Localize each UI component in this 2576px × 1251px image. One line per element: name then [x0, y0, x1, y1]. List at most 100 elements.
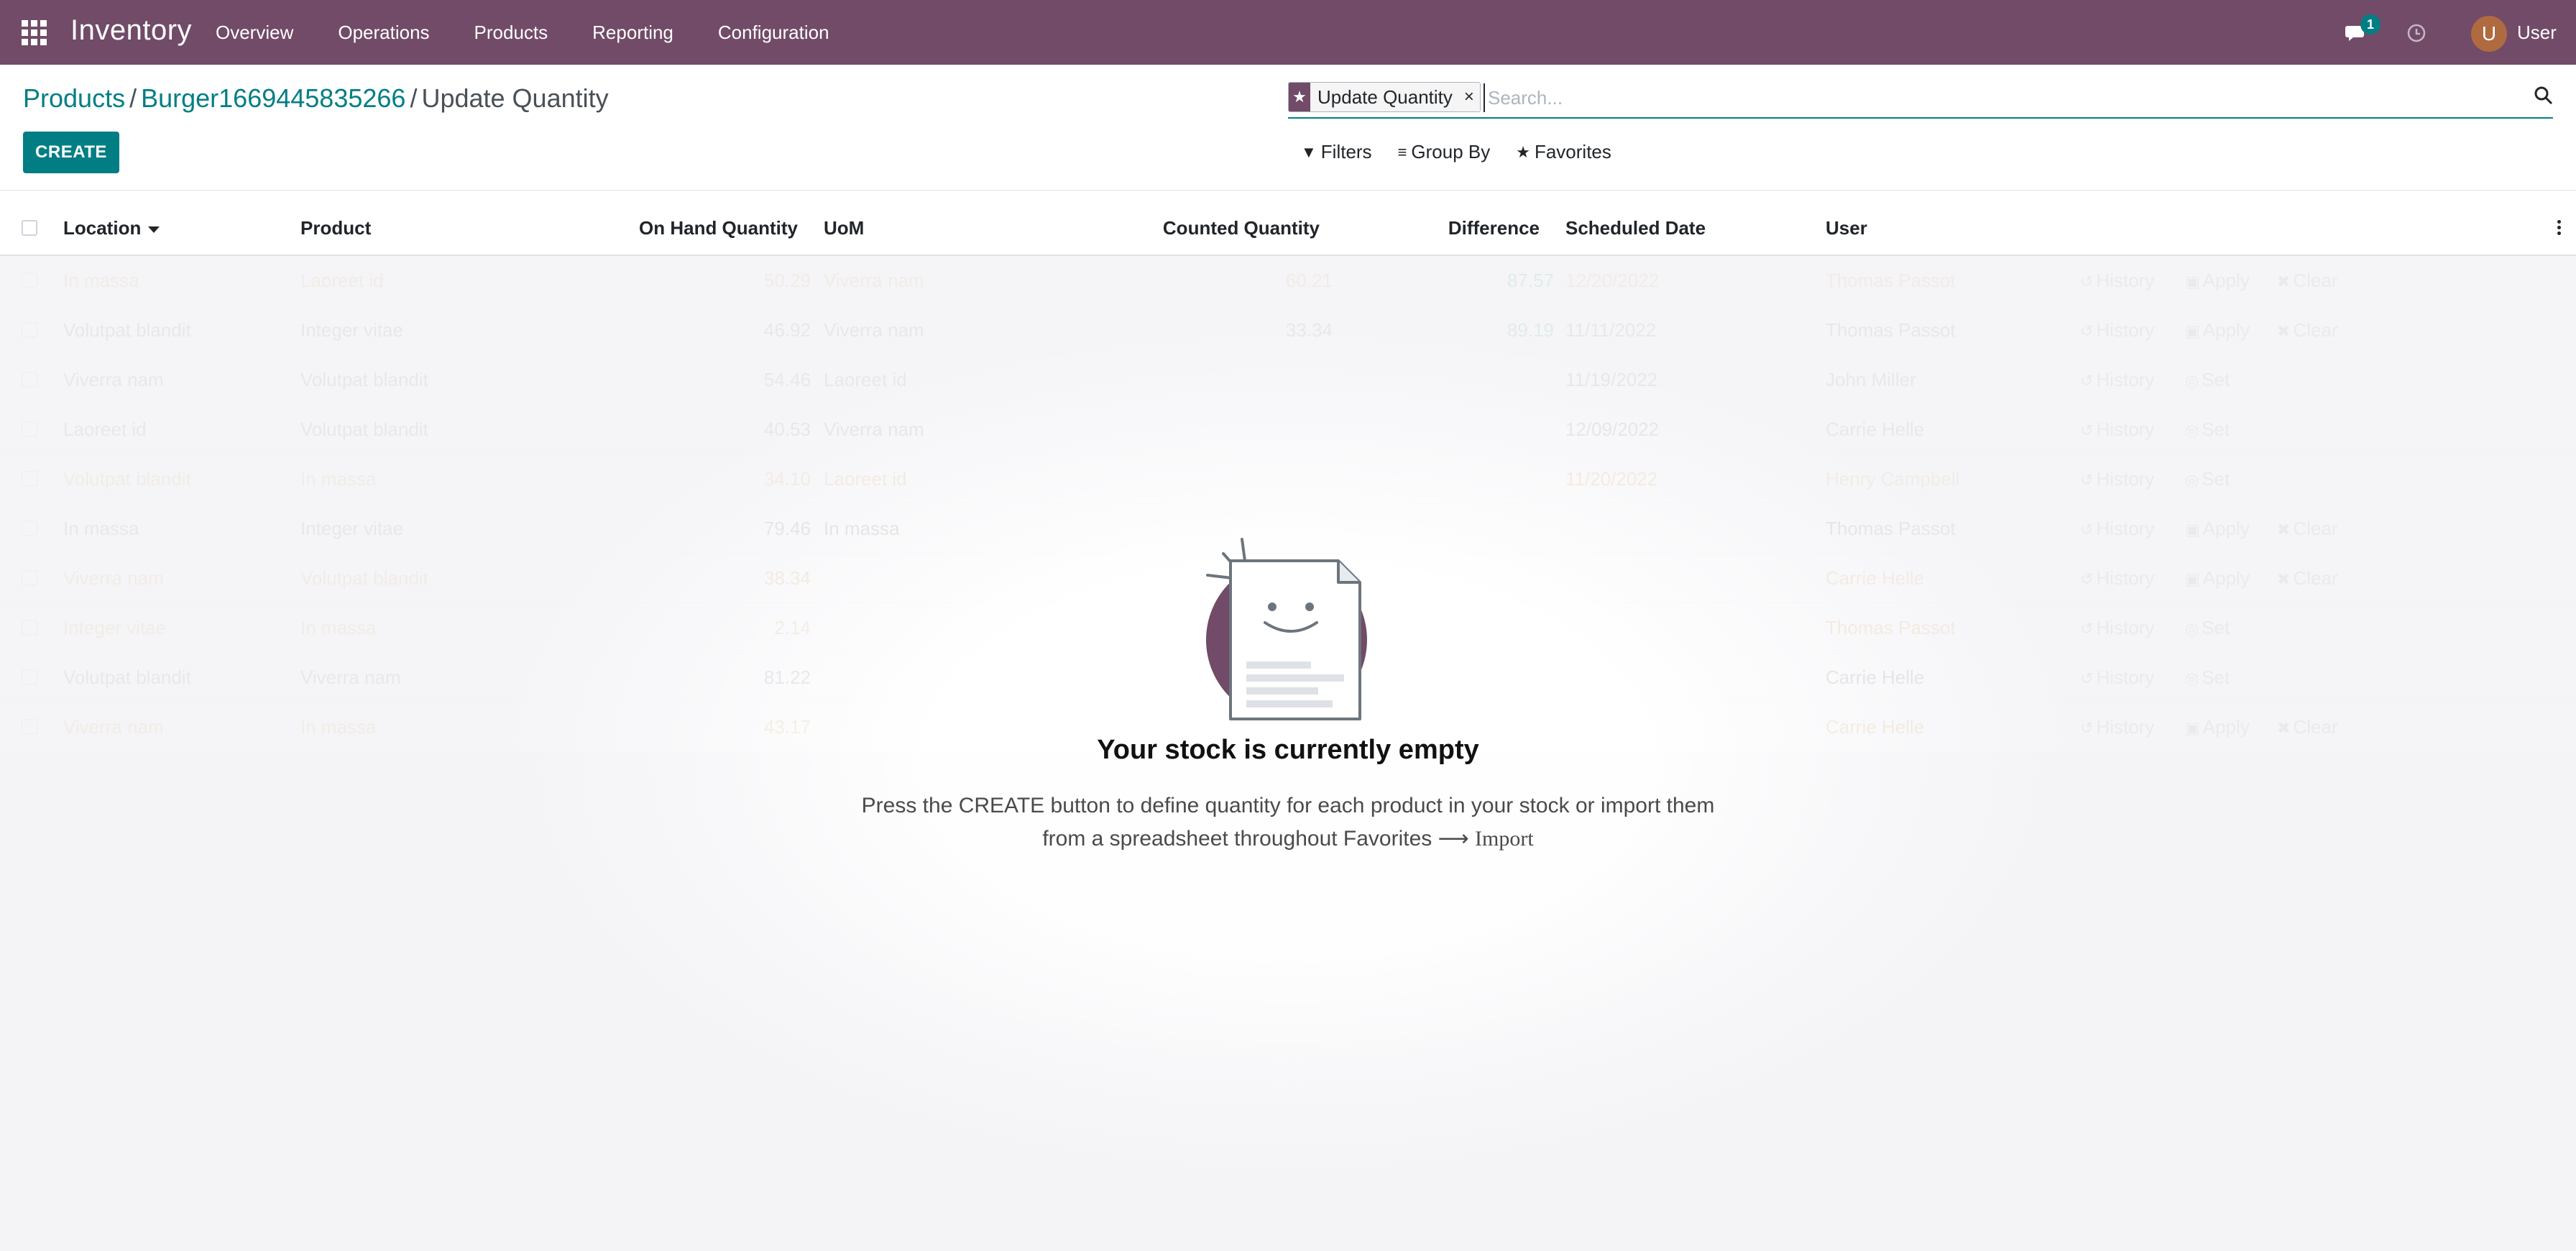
- apps-menu-icon[interactable]: [22, 20, 47, 45]
- save-icon: ▣: [2185, 521, 2200, 539]
- group-by-button[interactable]: ≡ Group By: [1398, 141, 1491, 163]
- arrow-icon: ⟶: [1438, 827, 1469, 851]
- create-button[interactable]: CREATE: [23, 132, 119, 173]
- facet-remove-icon[interactable]: ×: [1459, 83, 1480, 111]
- history-button[interactable]: ↺ History: [2080, 355, 2154, 405]
- col-counted[interactable]: Counted Quantity: [1136, 200, 1320, 256]
- history-button[interactable]: ↺ History: [2080, 603, 2154, 653]
- target-icon: ◎: [2185, 669, 2199, 687]
- favorites-button[interactable]: ★ Favorites: [1516, 141, 1611, 163]
- row-checkbox[interactable]: [22, 719, 37, 735]
- cell-user: John Miller: [1826, 369, 1916, 390]
- cell-counted[interactable]: 33.34: [1222, 306, 1333, 355]
- select-all-checkbox[interactable]: [22, 220, 37, 236]
- cell-difference: 89.19: [1506, 319, 1554, 341]
- history-button[interactable]: ↺ History: [2080, 405, 2154, 454]
- clear-button[interactable]: ✖ Clear: [2277, 256, 2338, 306]
- col-on-hand[interactable]: On Hand Quantity: [618, 200, 798, 256]
- apply-button[interactable]: ▣ Apply: [2185, 554, 2250, 603]
- col-scheduled-date[interactable]: Scheduled Date: [1565, 200, 1706, 256]
- cell-user: Carrie Helle: [1826, 418, 1925, 440]
- history-button[interactable]: ↺ History: [2080, 306, 2154, 355]
- cell-scheduled-date: 11/20/2022: [1565, 468, 1658, 490]
- history-button[interactable]: ↺ History: [2080, 653, 2154, 702]
- clear-button[interactable]: ✖ Clear: [2277, 504, 2338, 554]
- menu-products[interactable]: Products: [474, 22, 548, 44]
- row-checkbox[interactable]: [22, 669, 37, 685]
- col-location[interactable]: Location: [63, 200, 160, 256]
- search-input[interactable]: [1484, 83, 2518, 112]
- breadcrumb-separator: /: [129, 83, 137, 113]
- breadcrumb-products[interactable]: Products: [23, 83, 125, 113]
- col-product[interactable]: Product: [300, 200, 371, 256]
- row-checkbox[interactable]: [22, 570, 37, 586]
- row-checkbox[interactable]: [22, 372, 37, 388]
- clear-button[interactable]: ✖ Clear: [2277, 554, 2338, 603]
- row-checkbox[interactable]: [22, 521, 37, 536]
- cell-user: Carrie Helle: [1826, 567, 1925, 589]
- empty-state-title: Your stock is currently empty: [1097, 735, 1479, 765]
- history-icon: ↺: [2080, 570, 2094, 588]
- cell-location: Volutpat blandit: [63, 468, 191, 490]
- chat-count-badge: 1: [2360, 14, 2380, 35]
- search-icon[interactable]: [2533, 85, 2554, 106]
- set-button[interactable]: ◎ Set: [2185, 355, 2230, 405]
- filters-button[interactable]: ▼ Filters: [1301, 141, 1372, 163]
- apply-button[interactable]: ▣ Apply: [2185, 306, 2250, 355]
- breadcrumb-product-record[interactable]: Burger1669445835266: [141, 83, 405, 113]
- import-link[interactable]: Import: [1475, 827, 1534, 851]
- history-button[interactable]: ↺ History: [2080, 554, 2154, 603]
- empty-state-description: Press the CREATE button to define quanti…: [0, 789, 2576, 856]
- row-checkbox[interactable]: [22, 471, 37, 487]
- set-button[interactable]: ◎ Set: [2185, 603, 2230, 653]
- table-row[interactable]: Volutpat blandit In massa 34.10 Laoreet id 1…: [0, 454, 2576, 504]
- table-row[interactable]: Laoreet id Volutpat blandit 40.53 Viverra n…: [0, 405, 2576, 454]
- target-icon: ◎: [2185, 471, 2199, 489]
- close-icon: ✖: [2277, 272, 2291, 290]
- history-button[interactable]: ↺ History: [2080, 256, 2154, 306]
- cell-counted[interactable]: [1222, 454, 1333, 504]
- cell-product: In massa: [300, 617, 377, 638]
- history-icon: ↺: [2080, 322, 2094, 340]
- user-avatar[interactable]: U: [2471, 16, 2507, 52]
- set-button[interactable]: ◎ Set: [2185, 653, 2230, 702]
- history-button[interactable]: ↺ History: [2080, 504, 2154, 554]
- col-uom[interactable]: UoM: [824, 200, 864, 256]
- set-button[interactable]: ◎ Set: [2185, 405, 2230, 454]
- row-checkbox[interactable]: [22, 322, 37, 338]
- app-brand[interactable]: Inventory: [70, 14, 192, 47]
- history-button[interactable]: ↺ History: [2080, 454, 2154, 504]
- search-options: ▼ Filters ≡ Group By ★ Favorites: [1301, 141, 1637, 163]
- row-checkbox[interactable]: [22, 620, 37, 636]
- cell-difference: [1430, 603, 1554, 653]
- table-row[interactable]: In massa Laoreet id 50.29 Viverra nam 60.21 8…: [0, 256, 2576, 306]
- cell-location: Viverra nam: [63, 567, 164, 589]
- optional-columns-icon[interactable]: [2557, 220, 2562, 237]
- cell-user: Thomas Passot: [1826, 518, 1956, 539]
- activity-clock-icon[interactable]: [2406, 22, 2427, 44]
- menu-operations[interactable]: Operations: [338, 22, 429, 44]
- col-difference[interactable]: Difference: [1366, 200, 1540, 256]
- cell-scheduled-date: 12/09/2022: [1565, 418, 1660, 440]
- menu-reporting[interactable]: Reporting: [592, 22, 673, 44]
- menu-configuration[interactable]: Configuration: [718, 22, 829, 44]
- search-facet: ★ Update Quantity ×: [1288, 82, 1481, 112]
- apply-button[interactable]: ▣ Apply: [2185, 256, 2250, 306]
- history-icon: ↺: [2080, 421, 2094, 439]
- cell-counted[interactable]: [1222, 405, 1333, 454]
- facet-label: Update Quantity: [1310, 83, 1460, 111]
- table-row[interactable]: Viverra nam Volutpat blandit 54.46 Laoreet …: [0, 355, 2576, 405]
- clear-button[interactable]: ✖ Clear: [2277, 306, 2338, 355]
- set-button[interactable]: ◎ Set: [2185, 454, 2230, 504]
- row-checkbox[interactable]: [22, 272, 37, 288]
- user-menu-name[interactable]: User: [2517, 22, 2557, 44]
- cell-user: Henry Campbell: [1826, 468, 1960, 490]
- cell-counted[interactable]: [1222, 355, 1333, 405]
- menu-overview[interactable]: Overview: [216, 22, 293, 44]
- empty-state-line1: Press the CREATE button to define quanti…: [861, 794, 1715, 817]
- cell-counted[interactable]: 60.21: [1222, 256, 1333, 306]
- row-checkbox[interactable]: [22, 421, 37, 437]
- col-user[interactable]: User: [1826, 200, 1867, 256]
- apply-button[interactable]: ▣ Apply: [2185, 504, 2250, 554]
- table-row[interactable]: Volutpat blandit Integer vitae 46.92 Viverr…: [0, 306, 2576, 355]
